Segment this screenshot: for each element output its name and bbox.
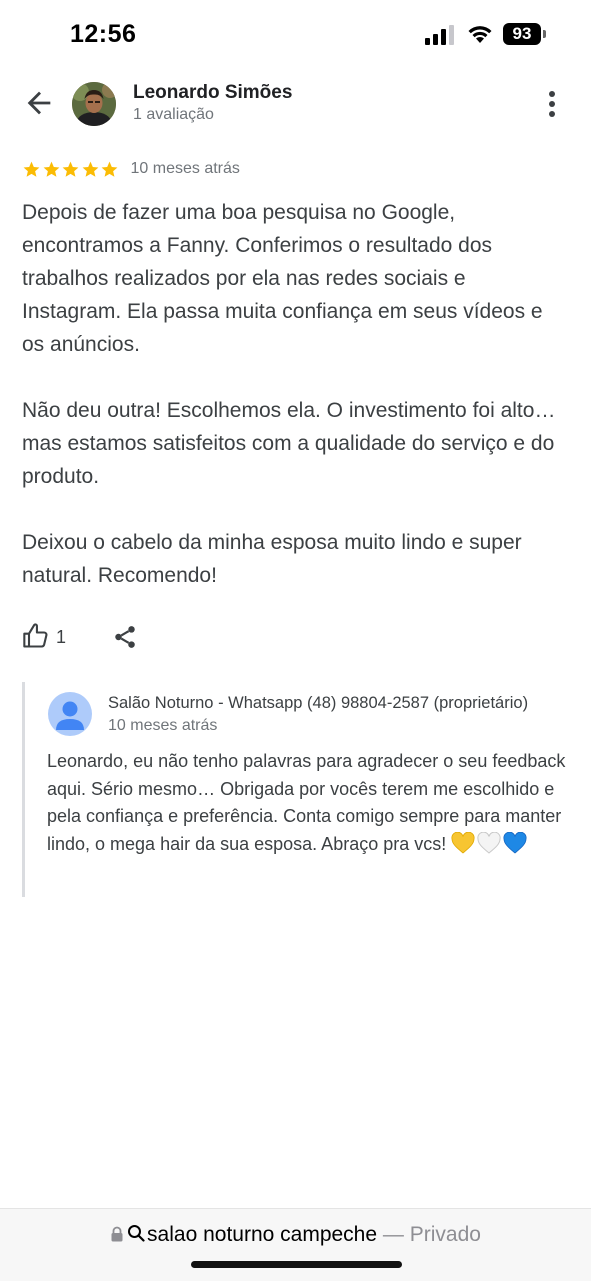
star-icon — [23, 161, 40, 177]
lock-icon — [111, 1226, 123, 1242]
review-paragraph: Depois de fazer uma boa pesquisa no Goog… — [22, 201, 543, 356]
star-rating — [22, 160, 120, 179]
owner-avatar — [48, 692, 92, 736]
owner-reply: Salão Noturno - Whatsapp (48) 98804-2587… — [22, 682, 573, 897]
star-icon — [43, 161, 59, 177]
review-date: 10 meses atrás — [130, 160, 240, 177]
reviewer-avatar[interactable] — [72, 82, 116, 126]
home-indicator[interactable] — [191, 1261, 402, 1268]
star-icon — [101, 161, 118, 177]
owner-reply-text: Leonardo, eu não tenho palavras para agr… — [47, 748, 572, 858]
wifi-icon — [468, 26, 492, 43]
status-time: 12:56 — [70, 20, 137, 48]
battery-icon: 93 — [503, 23, 547, 45]
review-count: 1 avaliação — [133, 106, 214, 123]
person-icon — [56, 701, 84, 730]
owner-reply-date: 10 meses atrás — [108, 717, 218, 734]
url-text: salao noturno campeche — [147, 1223, 378, 1246]
star-icon — [62, 161, 79, 177]
search-icon — [128, 1225, 145, 1242]
back-arrow-icon[interactable] — [22, 86, 56, 120]
yellow-heart-icon — [451, 831, 475, 854]
avatar-photo — [72, 82, 116, 126]
star-icon — [82, 161, 98, 177]
url-separator: — — [382, 1223, 404, 1246]
review-paragraph: Deixou o cabelo da minha esposa muito li… — [22, 531, 522, 587]
status-bar: 12:56 93 — [0, 0, 591, 70]
like-count: 1 — [56, 627, 67, 647]
white-heart-icon — [477, 831, 501, 854]
share-icon[interactable] — [112, 624, 138, 650]
review-body: Depois de fazer uma boa pesquisa no Goog… — [22, 196, 570, 625]
address-bar-content[interactable]: salao noturno campeche — Privado — [0, 1223, 591, 1247]
battery-level: 93 — [503, 23, 541, 45]
private-mode-label: Privado — [409, 1223, 481, 1246]
owner-name: Salão Noturno - Whatsapp (48) 98804-2587… — [108, 694, 529, 712]
heart-emojis — [451, 831, 529, 854]
blue-heart-icon — [503, 831, 527, 854]
more-vert-icon[interactable] — [538, 88, 566, 120]
rating-row: 10 meses atrás — [22, 158, 240, 180]
reviewer-name[interactable]: Leonardo Simões — [133, 82, 292, 104]
review-paragraph: Não deu outra! Escolhemos ela. O investi… — [22, 399, 556, 488]
signal-icon — [425, 25, 454, 45]
thumbs-up-icon[interactable] — [22, 622, 50, 650]
browser-address-bar[interactable]: salao noturno campeche — Privado — [0, 1208, 591, 1281]
